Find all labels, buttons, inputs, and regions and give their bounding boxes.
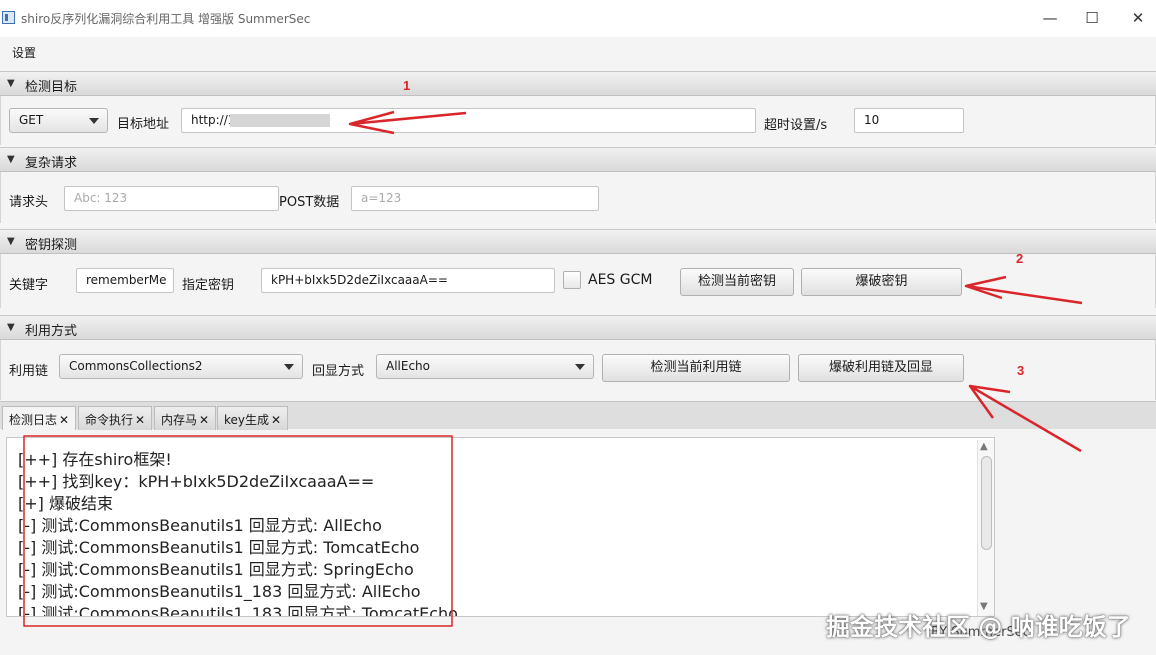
- annotation-arrow-1: [348, 110, 467, 135]
- annotation-label-3: 3: [1017, 363, 1024, 378]
- annotation-arrow-2: [964, 275, 1083, 305]
- annotation-overlay: 1 2 3: [23, 78, 1083, 627]
- annotation-label-1: 1: [403, 78, 410, 93]
- annotation-box: [23, 435, 453, 627]
- annotation-arrow-3: [968, 384, 1082, 453]
- annotation-label-2: 2: [1016, 251, 1023, 266]
